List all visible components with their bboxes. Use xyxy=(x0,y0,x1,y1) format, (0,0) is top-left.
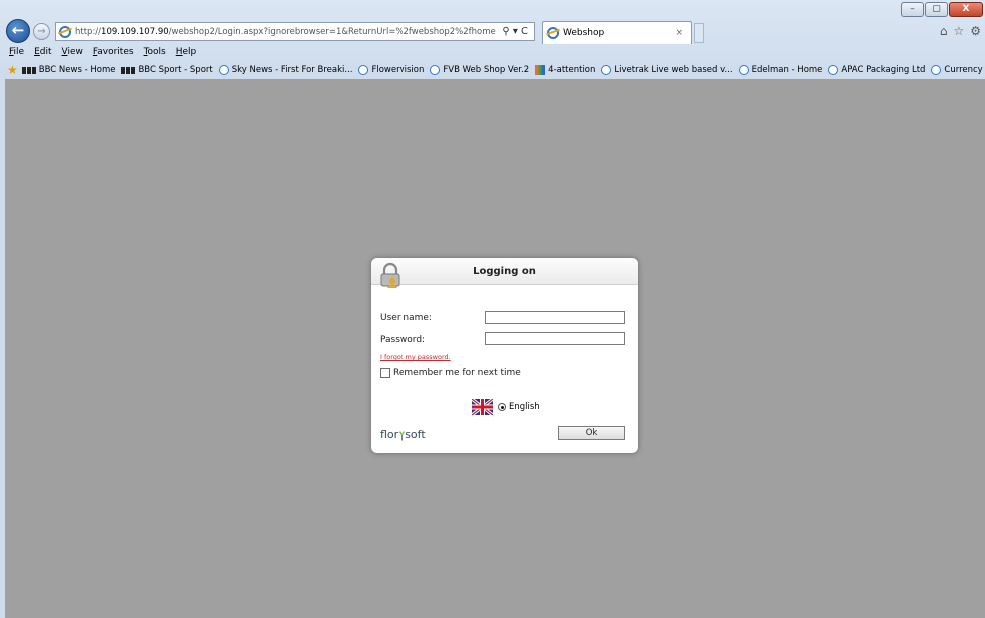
english-radio[interactable] xyxy=(498,403,506,411)
colored-site-icon xyxy=(535,65,546,75)
window-controls: – ▢ X xyxy=(900,2,983,17)
search-refresh-icon[interactable]: ⚲ ▾ C xyxy=(496,26,534,37)
address-url[interactable]: http://109.109.107.90/webshop2/Login.asp… xyxy=(75,27,496,37)
ok-button[interactable]: Ok xyxy=(558,426,625,440)
logo-text-left: flor xyxy=(380,428,399,441)
favorites-star-icon[interactable]: ☆ xyxy=(953,24,964,38)
tab-close-icon[interactable]: × xyxy=(675,28,691,38)
ie-page-icon xyxy=(828,65,839,75)
password-label: Password: xyxy=(380,335,426,345)
favorite-label: Flowervision xyxy=(371,65,425,75)
menu-bar: File Edit View Favorites Tools Help xyxy=(9,47,206,57)
navigation-row: ← → http://109.109.107.90/webshop2/Login… xyxy=(6,18,981,44)
menu-edit[interactable]: Edit xyxy=(34,47,51,57)
uk-flag-icon[interactable] xyxy=(472,399,493,415)
language-selector: English xyxy=(472,399,540,415)
menu-favorites[interactable]: Favorites xyxy=(93,47,134,57)
favorite-item[interactable]: FVB Web Shop Ver.2 xyxy=(430,65,529,75)
logo-text-right: soft xyxy=(405,428,426,441)
bbc-logo-icon xyxy=(121,66,136,74)
ie-page-icon xyxy=(59,25,71,38)
remember-me-checkbox[interactable] xyxy=(380,368,390,378)
menu-tools[interactable]: Tools xyxy=(144,47,166,57)
forward-button[interactable]: → xyxy=(33,23,50,40)
favorite-label: BBC Sport - Sport xyxy=(138,65,213,75)
menu-view[interactable]: View xyxy=(62,47,83,57)
menu-help[interactable]: Help xyxy=(176,47,197,57)
password-input[interactable] xyxy=(485,332,625,345)
browser-chrome: – ▢ X ← → http://109.109.107.90/webshop2… xyxy=(0,0,985,79)
favorites-star-icon[interactable]: ★ xyxy=(7,63,18,77)
favorite-label: APAC Packaging Ltd xyxy=(841,65,926,75)
favorite-label: FVB Web Shop Ver.2 xyxy=(443,65,530,75)
close-window-button[interactable]: X xyxy=(949,2,983,17)
ie-page-icon xyxy=(931,65,942,75)
new-tab-button[interactable] xyxy=(694,23,704,43)
favorite-item[interactable]: Livetrak Live web based v... xyxy=(601,65,733,75)
favorite-item[interactable]: BBC Sport - Sport xyxy=(121,65,213,75)
english-label: English xyxy=(509,402,540,412)
florisoft-logo: flor soft xyxy=(380,428,426,441)
favorite-label: 4-attention xyxy=(548,65,596,75)
favorite-item[interactable]: Sky News - First For Breaki... xyxy=(218,65,353,75)
home-icon[interactable]: ⌂ xyxy=(940,24,948,38)
bbc-logo-icon xyxy=(21,66,36,74)
favorite-label: Currency Rates xyxy=(944,65,985,75)
favorite-label: Edelman - Home xyxy=(751,65,823,75)
login-header: Logging on xyxy=(371,258,638,288)
address-bar[interactable]: http://109.109.107.90/webshop2/Login.asp… xyxy=(55,22,535,41)
favorite-item[interactable]: Edelman - Home xyxy=(738,65,823,75)
page-content: Logging on User name: Password: I forgot… xyxy=(5,79,985,618)
tab-webshop[interactable]: Webshop × xyxy=(542,21,692,44)
forgot-password-link[interactable]: I forgot my password. xyxy=(380,353,451,361)
favorite-label: BBC News - Home xyxy=(38,65,116,75)
maximize-button[interactable]: ▢ xyxy=(925,2,948,17)
toolbar-icons: ⌂ ☆ ⚙ xyxy=(934,24,981,38)
favorite-item[interactable]: BBC News - Home xyxy=(21,65,116,75)
back-button[interactable]: ← xyxy=(6,19,30,43)
gear-icon[interactable]: ⚙ xyxy=(970,24,981,38)
favorite-item[interactable]: APAC Packaging Ltd xyxy=(828,65,925,75)
favorite-label: Livetrak Live web based v... xyxy=(614,65,733,75)
ie-page-icon xyxy=(358,65,369,75)
ie-page-icon xyxy=(738,65,749,75)
menu-file[interactable]: File xyxy=(9,47,24,57)
minimize-button[interactable]: – xyxy=(901,2,924,17)
tab-ie-icon xyxy=(547,27,559,39)
favorite-item[interactable]: Currency Rates xyxy=(931,65,985,75)
favorite-item[interactable]: 4-attention xyxy=(535,65,595,75)
login-title: Logging on xyxy=(473,266,536,277)
favorite-item[interactable]: Flowervision xyxy=(358,65,424,75)
logo-leaf-icon xyxy=(398,431,405,441)
favorites-list: BBC News - Home BBC Sport - Sport Sky News… xyxy=(21,65,985,75)
ie-page-icon xyxy=(601,65,612,75)
favorite-label: Sky News - First For Breaki... xyxy=(231,65,353,75)
remember-me[interactable]: Remember me for next time xyxy=(380,368,521,378)
remember-me-label: Remember me for next time xyxy=(393,368,521,378)
username-label: User name: xyxy=(380,313,432,323)
login-dialog: Logging on User name: Password: I forgot… xyxy=(371,258,638,453)
ie-page-icon xyxy=(218,65,229,75)
favorites-bar: ★ BBC News - Home BBC Sport - Sport Sky Ne… xyxy=(7,63,985,77)
ie-page-icon xyxy=(430,65,441,75)
username-input[interactable] xyxy=(485,311,625,324)
tab-title: Webshop xyxy=(563,28,605,38)
